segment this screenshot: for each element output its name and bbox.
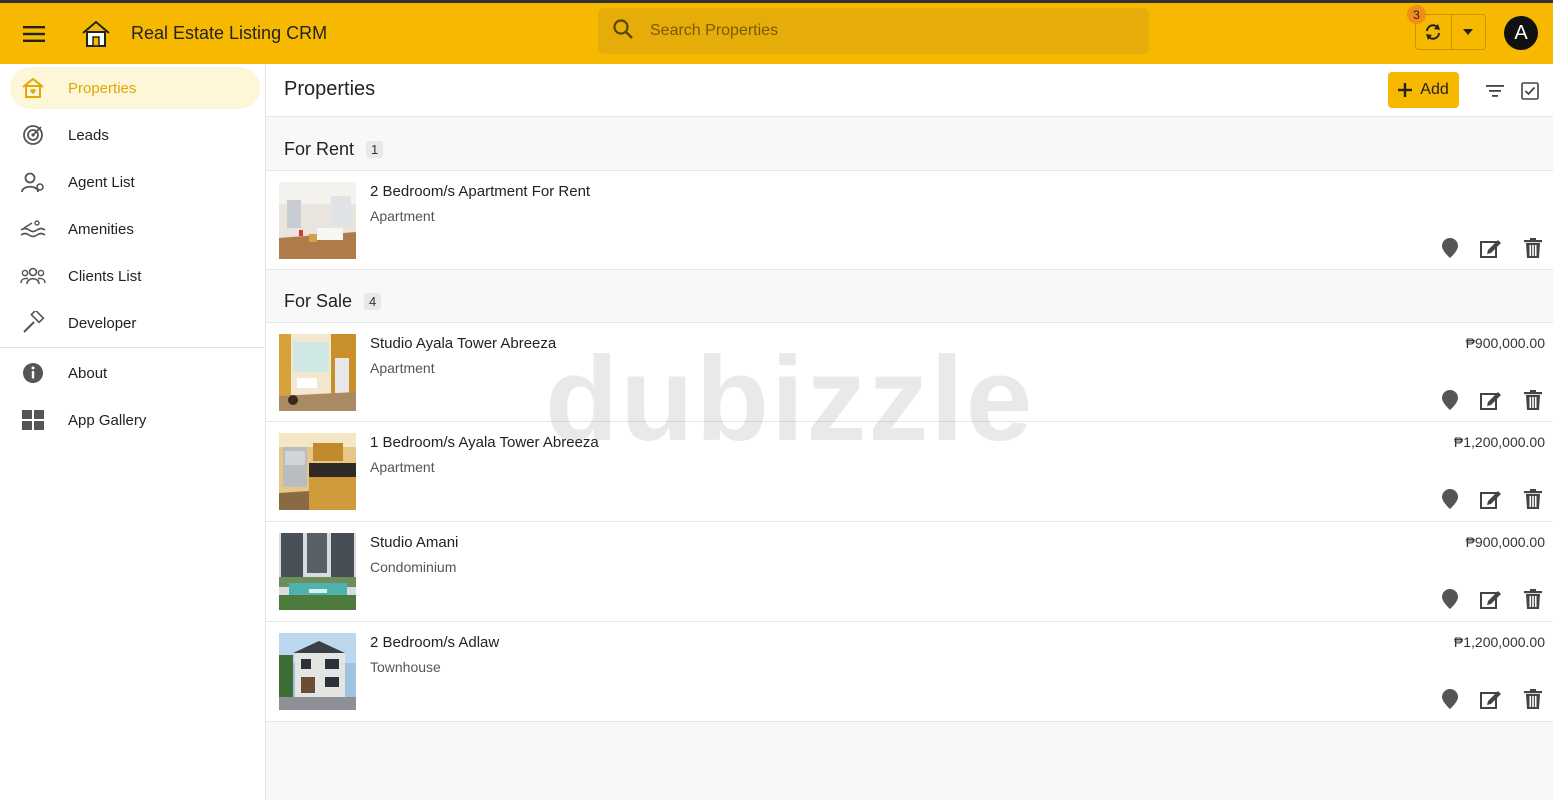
property-type: Apartment: [370, 360, 435, 376]
sidebar-item-label: About: [68, 364, 108, 382]
edit-icon[interactable]: [1480, 688, 1502, 710]
sidebar-item-label: Properties: [68, 79, 137, 97]
group-count-badge: 4: [364, 292, 382, 310]
group-title: For Rent: [284, 138, 355, 159]
app-logo-house-icon: [79, 17, 113, 51]
sidebar-item-clients-list[interactable]: Clients List: [10, 255, 260, 297]
property-row[interactable]: Studio Amani Condominium ₱900,000.00: [266, 522, 1553, 622]
trash-icon[interactable]: [1522, 237, 1544, 259]
target-icon: [20, 122, 46, 148]
property-row[interactable]: 1 Bedroom/s Ayala Tower Abreeza Apartmen…: [266, 422, 1553, 522]
sync-button-group: [1415, 14, 1486, 50]
edit-icon[interactable]: [1480, 488, 1502, 510]
property-thumbnail: [279, 334, 356, 411]
app-title: Real Estate Listing CRM: [131, 23, 328, 43]
sidebar-item-label: App Gallery: [68, 411, 147, 429]
property-thumbnail: [279, 182, 356, 259]
caret-down-icon: [1463, 29, 1474, 35]
filter-icon[interactable]: [1484, 80, 1506, 102]
group-header-for-rent: For Rent 1: [266, 123, 1553, 175]
menu-icon[interactable]: [17, 17, 51, 51]
property-type: Apartment: [370, 459, 435, 475]
sidebar-item-amenities[interactable]: Amenities: [10, 208, 260, 250]
page-title: Properties: [284, 78, 376, 100]
sync-icon: [1426, 24, 1441, 40]
agent-icon: [20, 169, 46, 195]
location-pin-icon[interactable]: [1439, 237, 1461, 259]
group-icon: [20, 263, 46, 289]
property-type: Condominium: [370, 559, 457, 575]
sync-dropdown-button[interactable]: [1452, 15, 1486, 49]
hammer-icon: [20, 310, 46, 336]
property-price: ₱900,000.00: [1465, 534, 1545, 550]
plus-icon: [1398, 79, 1413, 101]
add-button[interactable]: Add: [1388, 72, 1459, 108]
search-bar: [598, 8, 1149, 54]
location-pin-icon[interactable]: [1439, 488, 1461, 510]
location-pin-icon[interactable]: [1439, 389, 1461, 411]
search-input[interactable]: [650, 22, 1110, 40]
trash-icon[interactable]: [1522, 488, 1544, 510]
main-content: Properties Add For Rent 1 2 Bedroom/s Ap…: [266, 64, 1553, 800]
sidebar-item-agent-list[interactable]: Agent List: [10, 161, 260, 203]
sidebar: Properties Leads Agent List Amenities Cl…: [0, 64, 266, 800]
sidebar-item-label: Agent List: [68, 173, 135, 191]
group-count-badge: 1: [366, 140, 384, 158]
property-title: 2 Bedroom/s Apartment For Rent: [370, 183, 591, 200]
sidebar-item-label: Clients List: [68, 267, 142, 285]
sidebar-item-label: Leads: [68, 126, 109, 144]
edit-icon[interactable]: [1480, 588, 1502, 610]
pool-icon: [20, 216, 46, 242]
edit-icon[interactable]: [1480, 389, 1502, 411]
property-thumbnail: [279, 433, 356, 510]
trash-icon[interactable]: [1522, 389, 1544, 411]
trash-icon[interactable]: [1522, 588, 1544, 610]
checkbox-select-icon[interactable]: [1519, 80, 1541, 102]
property-type: Apartment: [370, 208, 435, 224]
info-icon: [20, 360, 46, 386]
search-icon: [612, 18, 634, 45]
property-title: 1 Bedroom/s Ayala Tower Abreeza: [370, 434, 599, 451]
user-avatar[interactable]: A: [1504, 16, 1538, 50]
sidebar-item-about[interactable]: About: [10, 352, 260, 394]
notification-badge: 3: [1407, 5, 1426, 24]
property-price: ₱1,200,000.00: [1453, 634, 1545, 650]
trash-icon[interactable]: [1522, 688, 1544, 710]
page-header: Properties Add: [266, 64, 1553, 117]
sidebar-item-label: Amenities: [68, 220, 134, 238]
property-row[interactable]: 2 Bedroom/s Adlaw Townhouse ₱1,200,000.0…: [266, 622, 1553, 722]
sidebar-item-app-gallery[interactable]: App Gallery: [10, 399, 260, 441]
sidebar-item-leads[interactable]: Leads: [10, 114, 260, 156]
property-row[interactable]: Studio Ayala Tower Abreeza Apartment ₱90…: [266, 322, 1553, 422]
property-price: ₱900,000.00: [1465, 335, 1545, 351]
property-thumbnail: [279, 633, 356, 710]
property-title: Studio Amani: [370, 534, 459, 551]
property-title: Studio Ayala Tower Abreeza: [370, 335, 557, 352]
property-price: ₱1,200,000.00: [1453, 434, 1545, 450]
location-pin-icon[interactable]: [1439, 688, 1461, 710]
group-title: For Sale: [284, 290, 353, 311]
property-row[interactable]: 2 Bedroom/s Apartment For Rent Apartment: [266, 170, 1553, 270]
sidebar-item-developer[interactable]: Developer: [10, 302, 260, 344]
grid-icon: [20, 407, 46, 433]
sidebar-item-label: Developer: [68, 314, 137, 332]
location-pin-icon[interactable]: [1439, 588, 1461, 610]
house-heart-icon: [20, 75, 46, 101]
property-thumbnail: [279, 533, 356, 610]
edit-icon[interactable]: [1480, 237, 1502, 259]
sidebar-divider: [0, 347, 265, 348]
property-type: Townhouse: [370, 659, 441, 675]
sidebar-item-properties[interactable]: Properties: [10, 67, 260, 109]
property-title: 2 Bedroom/s Adlaw: [370, 634, 500, 651]
add-button-label: Add: [1420, 81, 1449, 98]
group-header-for-sale: For Sale 4: [266, 275, 1553, 327]
